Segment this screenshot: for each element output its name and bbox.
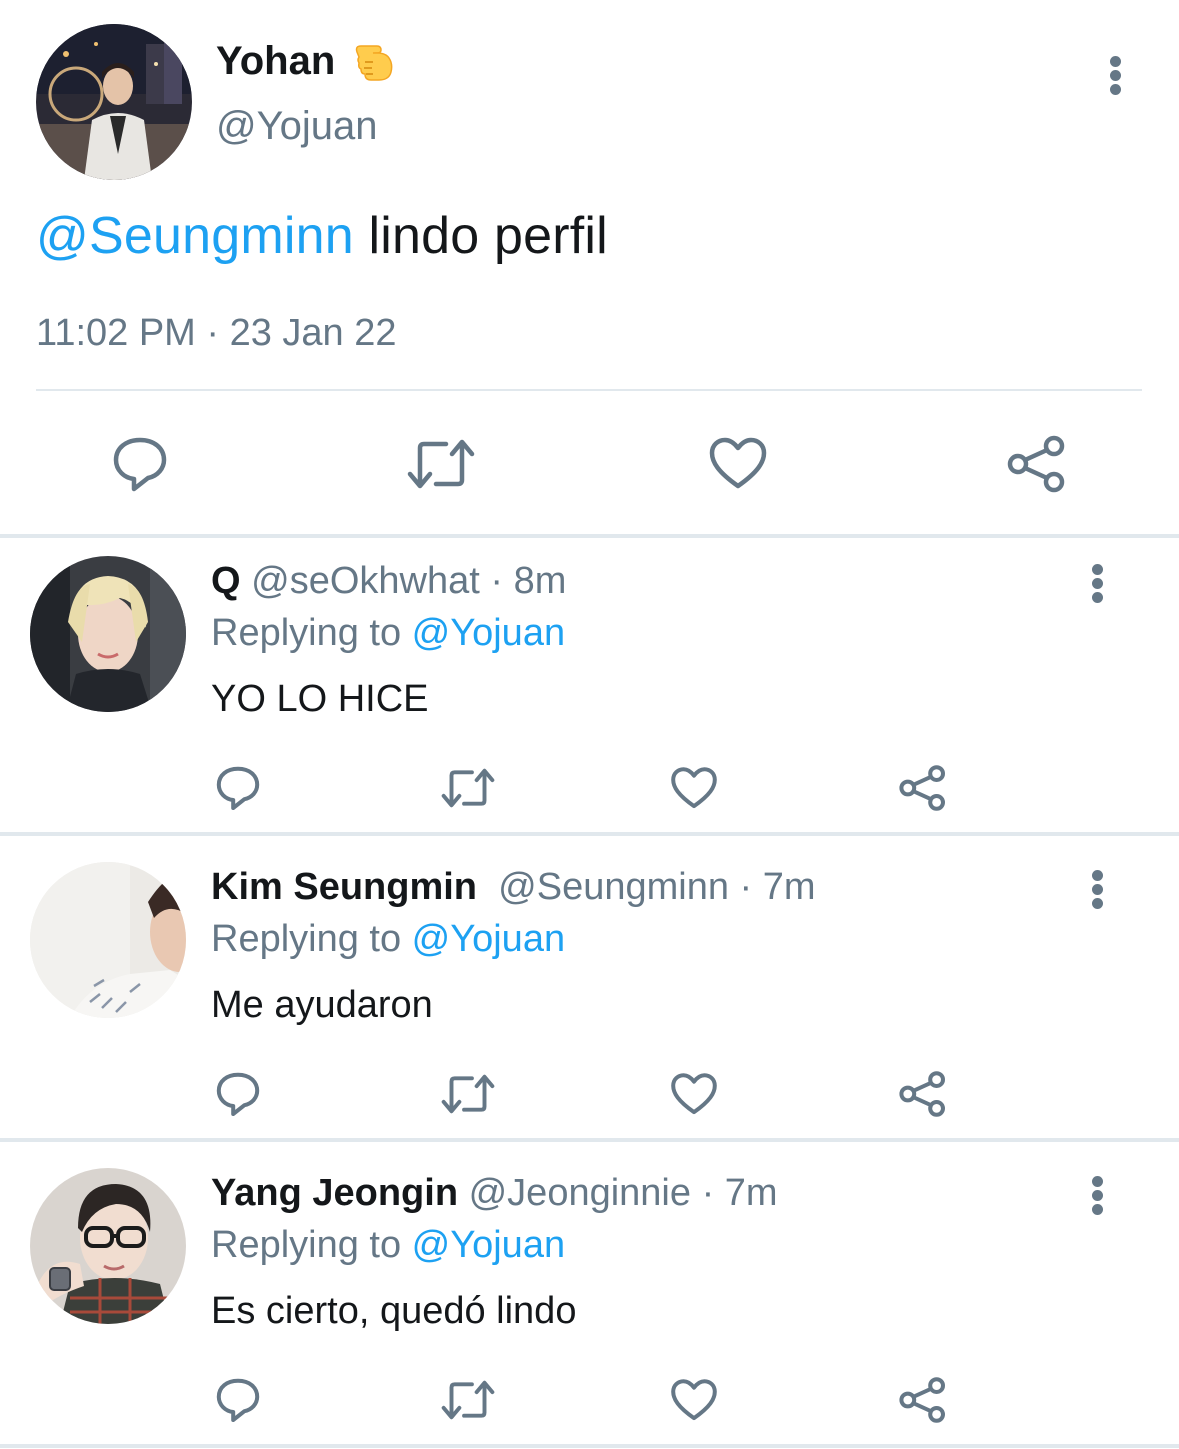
reply-icon[interactable] bbox=[214, 764, 262, 812]
reply-handle[interactable]: @Jeonginnie bbox=[469, 1172, 691, 1214]
replying-to: Replying to @Yojuan bbox=[211, 918, 565, 961]
reply-display-name[interactable]: Yang Jeongin bbox=[211, 1172, 458, 1214]
reply-time: · 7m bbox=[691, 1172, 778, 1214]
retweet-icon[interactable] bbox=[440, 1072, 496, 1116]
reply-tweet[interactable]: Kim Seungmin @Seungminn · 7m Replying to… bbox=[0, 844, 1179, 1144]
section-divider bbox=[0, 1138, 1179, 1142]
reply-display-name[interactable]: Kim Seungmin bbox=[211, 866, 477, 908]
retweet-icon[interactable] bbox=[406, 436, 476, 492]
tweet-timestamp[interactable]: 11:02 PM · 23 Jan 22 bbox=[36, 312, 397, 355]
reply-avatar[interactable] bbox=[30, 1168, 186, 1324]
section-divider bbox=[0, 832, 1179, 836]
reply-icon[interactable] bbox=[214, 1376, 262, 1424]
reply-icon[interactable] bbox=[214, 1070, 262, 1118]
divider bbox=[36, 389, 1142, 391]
reply-text: YO LO HICE bbox=[211, 678, 429, 720]
reply-text: Es cierto, quedó lindo bbox=[211, 1290, 577, 1332]
replying-to-mention[interactable]: @Yojuan bbox=[412, 918, 565, 960]
author-handle[interactable]: @Yojuan bbox=[216, 104, 377, 149]
like-icon[interactable] bbox=[670, 1378, 718, 1423]
replying-to-label: Replying to bbox=[211, 612, 412, 654]
reply-header: Kim Seungmin @Seungminn · 7m bbox=[211, 866, 816, 909]
replying-to: Replying to @Yojuan bbox=[211, 1224, 565, 1267]
reply-avatar[interactable] bbox=[30, 862, 186, 1018]
reply-tweet[interactable]: Yang Jeongin @Jeonginnie · 7m Replying t… bbox=[0, 1150, 1179, 1449]
reply-avatar[interactable] bbox=[30, 556, 186, 712]
reply-tweet[interactable]: Q @seOkhwhat · 8m Replying to @Yojuan YO… bbox=[0, 538, 1179, 838]
share-icon[interactable] bbox=[1006, 434, 1068, 494]
reply-display-name[interactable]: Q bbox=[211, 560, 241, 602]
reply-time: · 7m bbox=[728, 866, 816, 908]
main-tweet: Yohan @Yojuan @Seungminn lindo perfil 11… bbox=[0, 0, 1179, 536]
reply-icon[interactable] bbox=[110, 434, 170, 494]
reply-time: · 8m bbox=[479, 560, 567, 602]
reply-handle[interactable]: @seOkhwhat bbox=[251, 560, 480, 602]
reply-handle[interactable]: @Seungminn bbox=[498, 866, 729, 908]
more-options-icon[interactable] bbox=[1090, 564, 1104, 604]
share-icon[interactable] bbox=[898, 1070, 948, 1118]
replying-to-label: Replying to bbox=[211, 1224, 412, 1266]
tweet-body: lindo perfil bbox=[353, 207, 608, 265]
replying-to-label: Replying to bbox=[211, 918, 412, 960]
backhand-index-pointing-left-icon bbox=[351, 38, 395, 84]
like-icon[interactable] bbox=[670, 1072, 718, 1117]
mention-link[interactable]: @Seungminn bbox=[36, 207, 354, 265]
reply-header: Q @seOkhwhat · 8m bbox=[211, 560, 566, 603]
share-icon[interactable] bbox=[898, 764, 948, 812]
replying-to: Replying to @Yojuan bbox=[211, 612, 565, 655]
reply-header: Yang Jeongin @Jeonginnie · 7m bbox=[211, 1172, 778, 1215]
author-name[interactable]: Yohan bbox=[216, 38, 395, 84]
like-icon[interactable] bbox=[708, 436, 768, 492]
replying-to-mention[interactable]: @Yojuan bbox=[412, 612, 565, 654]
more-options-icon[interactable] bbox=[1108, 56, 1122, 96]
reply-text: Me ayudaron bbox=[211, 984, 433, 1026]
more-options-icon[interactable] bbox=[1090, 870, 1104, 910]
author-avatar[interactable] bbox=[36, 24, 192, 180]
like-icon[interactable] bbox=[670, 766, 718, 811]
tweet-text: @Seungminn lindo perfil bbox=[36, 206, 608, 266]
replying-to-mention[interactable]: @Yojuan bbox=[412, 1224, 565, 1266]
share-icon[interactable] bbox=[898, 1376, 948, 1424]
more-options-icon[interactable] bbox=[1090, 1176, 1104, 1216]
section-divider bbox=[0, 1444, 1179, 1448]
retweet-icon[interactable] bbox=[440, 766, 496, 810]
author-display-name[interactable]: Yohan bbox=[216, 39, 335, 84]
retweet-icon[interactable] bbox=[440, 1378, 496, 1422]
